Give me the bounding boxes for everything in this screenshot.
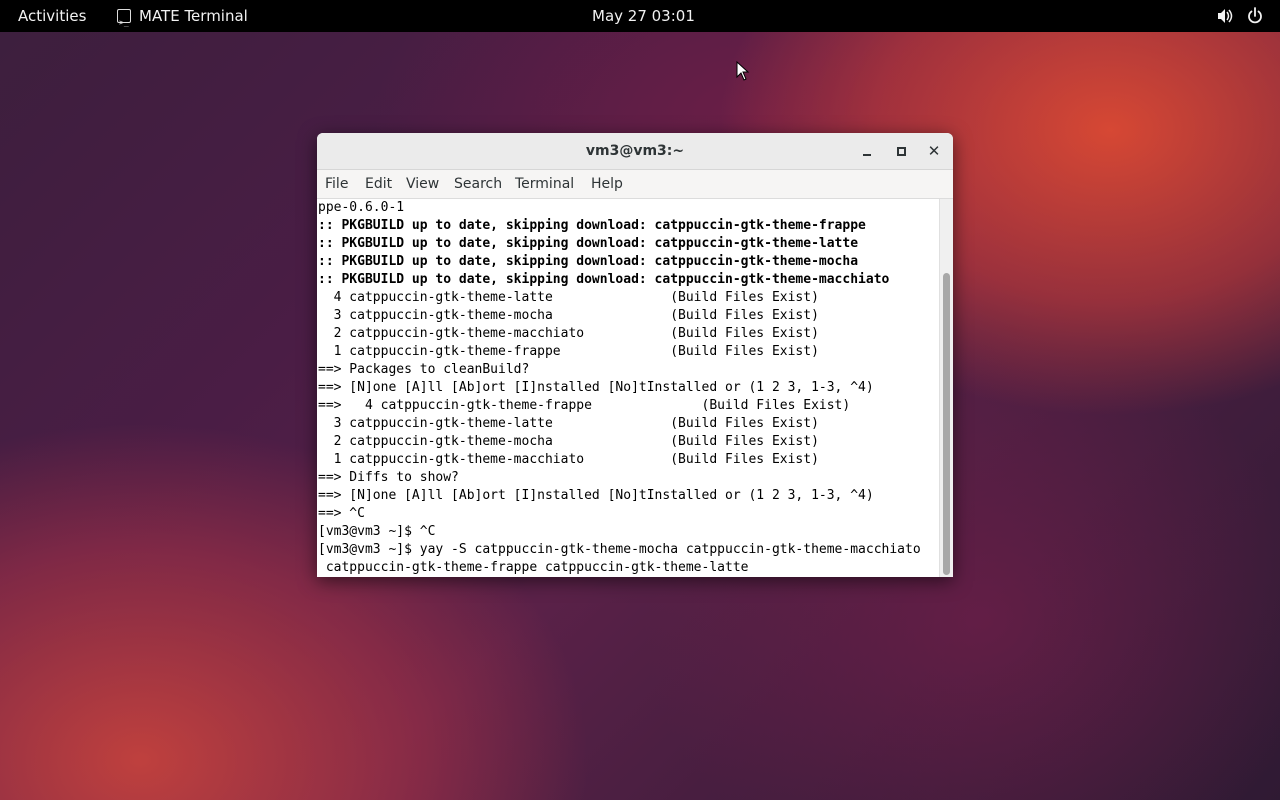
window-titlebar[interactable]: vm3@vm3:~ ✕ — [317, 133, 953, 170]
terminal-line: 3 catppuccin-gtk-theme-mocha (Build File… — [318, 308, 819, 323]
terminal-line: [vm3@vm3 ~]$ yay -S catppuccin-gtk-theme… — [318, 542, 921, 557]
menu-terminal[interactable]: Terminal — [515, 170, 574, 198]
app-menu-button[interactable]: MATE Terminal — [117, 0, 248, 39]
minimize-button[interactable] — [857, 141, 877, 161]
app-menu-label: MATE Terminal — [139, 7, 248, 25]
close-button[interactable]: ✕ — [924, 141, 944, 161]
maximize-button[interactable] — [891, 141, 911, 161]
terminal-line: ==> [N]one [A]ll [Ab]ort [I]nstalled [No… — [318, 488, 874, 503]
mouse-pointer-icon — [736, 61, 750, 81]
menu-view[interactable]: View — [406, 170, 439, 198]
terminal-line: :: PKGBUILD up to date, skipping downloa… — [318, 272, 890, 287]
terminal-window[interactable]: vm3@vm3:~ ✕ File Edit View Search Termin… — [317, 133, 953, 577]
terminal-line: ==> [N]one [A]ll [Ab]ort [I]nstalled [No… — [318, 380, 874, 395]
terminal-line: 1 catppuccin-gtk-theme-macchiato (Build … — [318, 452, 819, 467]
top-bar: Activities MATE Terminal May 27 03:01 — [0, 0, 1280, 39]
minimize-icon — [863, 154, 871, 156]
terminal-line: 4 catppuccin-gtk-theme-latte (Build File… — [318, 290, 819, 305]
volume-icon[interactable] — [1216, 0, 1238, 32]
terminal-line: 2 catppuccin-gtk-theme-macchiato (Build … — [318, 326, 819, 341]
clock-button[interactable]: May 27 03:01 — [592, 0, 695, 32]
power-icon[interactable] — [1246, 0, 1268, 32]
terminal-line: :: PKGBUILD up to date, skipping downloa… — [318, 236, 859, 251]
activities-button[interactable]: Activities — [18, 0, 86, 32]
terminal-line: 2 catppuccin-gtk-theme-mocha (Build File… — [318, 434, 819, 449]
terminal-line: [vm3@vm3 ~]$ ^C — [318, 524, 436, 539]
terminal-line: 3 catppuccin-gtk-theme-latte (Build File… — [318, 416, 819, 431]
terminal-output[interactable]: ppe-0.6.0-1 :: PKGBUILD up to date, skip… — [317, 199, 939, 577]
terminal-scrollbar[interactable] — [939, 199, 953, 577]
terminal-line: 1 catppuccin-gtk-theme-frappe (Build Fil… — [318, 344, 819, 359]
menu-help[interactable]: Help — [591, 170, 623, 198]
menu-search[interactable]: Search — [454, 170, 502, 198]
menu-bar: File Edit View Search Terminal Help — [317, 170, 953, 199]
terminal-line: ==> ^C — [318, 506, 365, 521]
terminal-line: ==> Packages to cleanBuild? — [318, 362, 530, 377]
scrollbar-thumb[interactable] — [943, 273, 950, 575]
terminal-line: :: PKGBUILD up to date, skipping downloa… — [318, 254, 859, 269]
terminal-line: catppuccin-gtk-theme-frappe catppuccin-g… — [318, 560, 749, 575]
close-icon: ✕ — [927, 142, 941, 160]
terminal-line: ==> Diffs to show? — [318, 470, 459, 485]
terminal-app-icon — [117, 7, 131, 39]
terminal-line: ==> 4 catppuccin-gtk-theme-frappe (Build… — [318, 398, 851, 413]
terminal-line: :: PKGBUILD up to date, skipping downloa… — [318, 218, 866, 233]
terminal-line: ppe-0.6.0-1 — [318, 200, 405, 215]
maximize-icon — [897, 147, 906, 156]
menu-edit[interactable]: Edit — [365, 170, 392, 198]
menu-file[interactable]: File — [325, 170, 348, 198]
